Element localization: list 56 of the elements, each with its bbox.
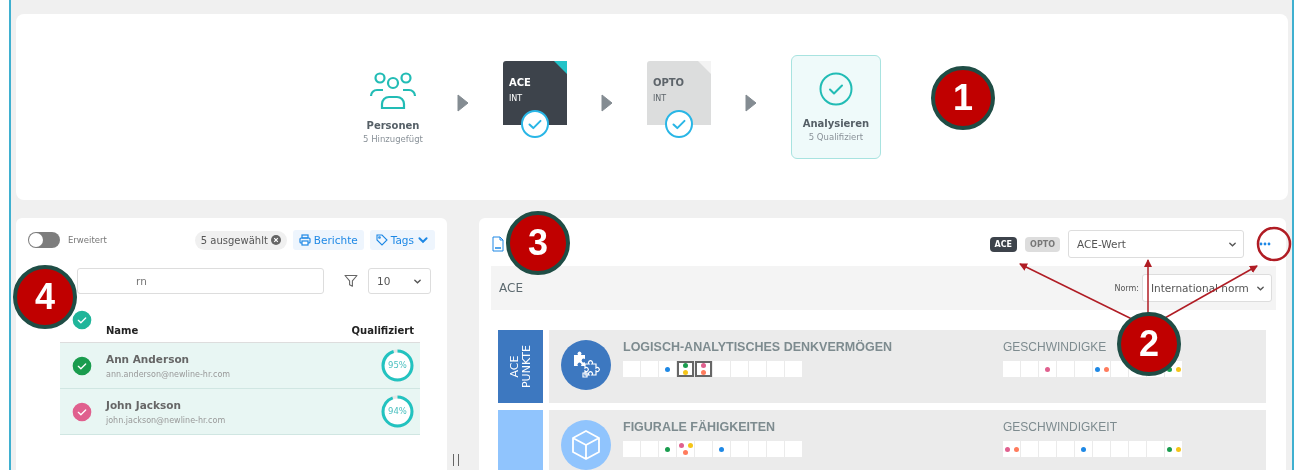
category-title: LOGISCH-ANALYTISCHES DENKVERMÖGEN [623,340,892,354]
folded-corner-icon [553,61,567,74]
analyze-step[interactable]: Analysieren 5 Qualifiziert [790,55,881,159]
printer-icon [298,234,311,246]
step-title: Personen [366,120,420,131]
step-arrow-icon [600,94,613,112]
test-tab[interactable]: OPTO [1025,236,1060,252]
norm-label: Norm: [1114,283,1139,293]
step-arrow-icon [456,94,469,112]
reports-button[interactable]: Berichte [292,230,364,250]
highlight-circle [1256,226,1292,262]
test-tab[interactable]: ACE [989,236,1018,252]
norm-select[interactable]: International norm [1142,274,1272,302]
person-email: john.jackson@newline-hr.com [106,415,227,425]
check-circle-icon [818,72,853,106]
side-label: ACE PUNKTE [508,344,533,389]
test-document[interactable]: ACE INT [502,61,567,139]
toggle-label: Erweitert [68,235,108,245]
person-email: ann.anderson@newline-hr.com [106,369,232,379]
person-name: Ann Anderson [106,352,191,365]
test-document[interactable]: OPTO INT [646,61,711,139]
cube-icon [561,420,611,470]
value-select[interactable]: ACE-Wert [1068,230,1244,258]
row-checkbox[interactable] [72,355,92,376]
search-field[interactable]: rn [77,268,324,294]
speed-title: GESCHWINDIGKEIT [1003,420,1117,434]
step-subtitle: 5 Qualifiziert [808,132,864,142]
folded-corner-icon [697,61,711,74]
step-subtitle: 5 Hinzugefügt [363,134,423,144]
column-header: Qualifiziert [351,325,414,336]
row-checkbox[interactable] [72,401,92,422]
speed-title: GESCHWINDIGKE [1003,340,1107,354]
filter-icon[interactable] [344,274,358,288]
step-arrow-icon [744,94,757,112]
section-title: ACE [499,281,524,295]
caret-icon [417,234,429,246]
tags-button[interactable]: Tags [369,230,435,250]
column-header: Name [106,325,140,336]
selection-chip[interactable]: 5 ausgewählt [194,230,287,250]
splitter-handle[interactable] [453,454,459,466]
person-row[interactable]: Ann Anderson ann.anderson@newline-hr.com 95% [60,343,420,389]
tag-icon [375,234,388,246]
toggle-switch[interactable] [28,232,60,248]
more-icon [1259,242,1271,246]
page-size-select[interactable]: 10 [368,268,431,294]
step-title: Analysieren [802,118,870,129]
puzzle-icon [561,340,611,390]
select-all-checkbox[interactable] [72,310,92,330]
category-title: FIGURALE FÄHIGKEITEN [623,420,776,434]
person-row[interactable]: John Jackson john.jackson@newline-hr.com 94% [60,389,420,435]
document-icon[interactable] [491,236,505,252]
close-icon [270,235,281,245]
people-icon [369,70,417,110]
progress-ring: 94% [381,395,414,428]
person-name: John Jackson [106,398,182,411]
progress-ring: 95% [381,349,414,382]
